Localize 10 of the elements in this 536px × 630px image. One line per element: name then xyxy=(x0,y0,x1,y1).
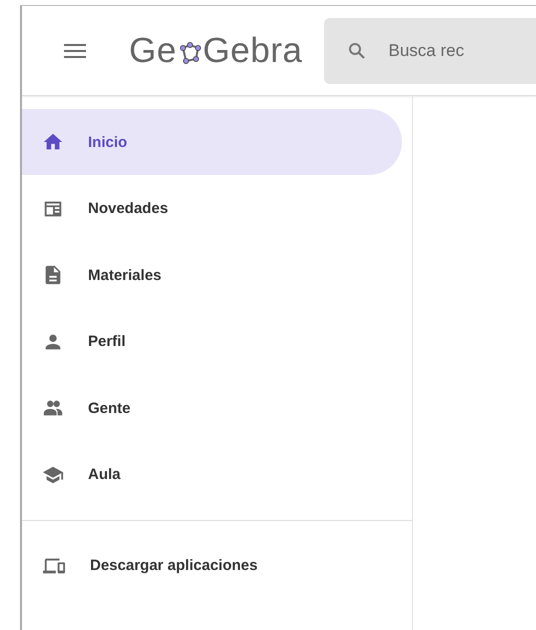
sidebar-item[interactable]: Aula xyxy=(22,442,402,508)
search-field[interactable]: Busca rec xyxy=(324,18,536,84)
logo-text: Gebra xyxy=(202,30,302,70)
sidebar-item[interactable]: Perfil xyxy=(22,308,402,374)
sidebar-item[interactable]: Gente xyxy=(22,375,402,441)
logo-text: Ge xyxy=(129,30,177,70)
sidebar-item[interactable]: Novedades xyxy=(22,176,402,242)
sidebar-item[interactable]: Inicio xyxy=(22,109,402,175)
sidebar-item[interactable]: Descargar aplicaciones xyxy=(22,532,402,598)
sidebar-item[interactable]: Materiales xyxy=(22,242,402,308)
